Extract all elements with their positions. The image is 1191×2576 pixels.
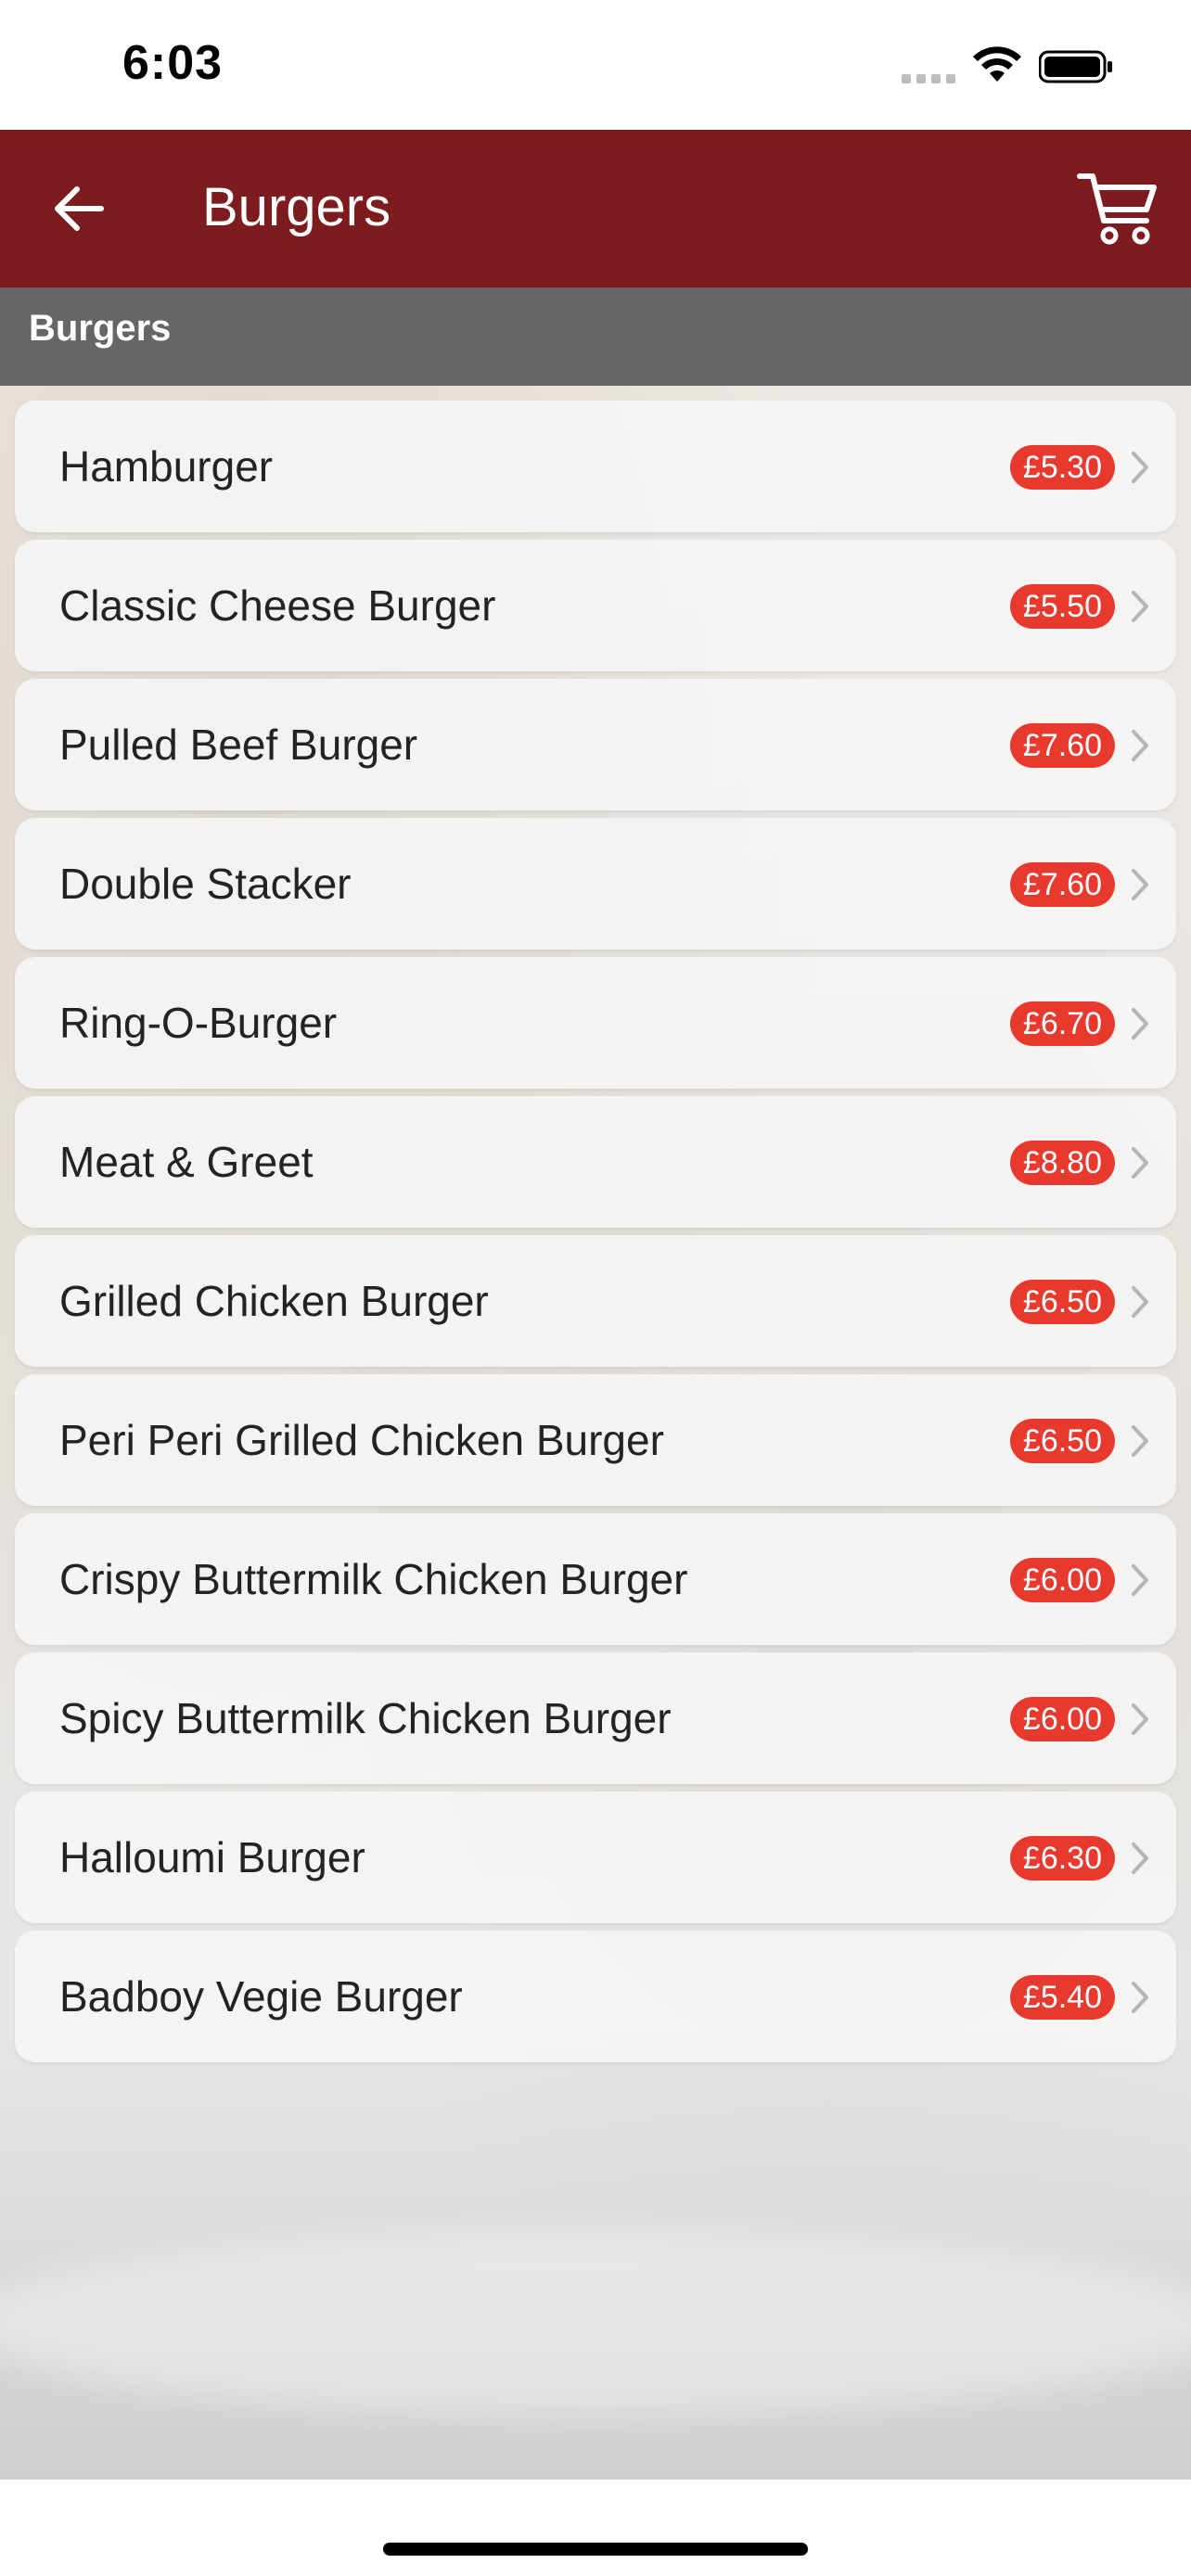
back-button[interactable] [46, 176, 111, 241]
menu-item[interactable]: Crispy Buttermilk Chicken Burger £6.00 [15, 1513, 1176, 1645]
menu-item-name: Classic Cheese Burger [59, 581, 496, 630]
menu-item[interactable]: Spicy Buttermilk Chicken Burger £6.00 [15, 1652, 1176, 1784]
chevron-right-icon [1132, 1564, 1148, 1596]
menu-item-name: Badboy Vegie Burger [59, 1972, 463, 2021]
arrow-left-icon [55, 186, 104, 231]
menu-item-name: Hamburger [59, 442, 274, 491]
price-badge: £5.50 [1009, 584, 1115, 629]
menu-item[interactable]: Meat & Greet £8.80 [15, 1096, 1176, 1228]
price-badge: £8.80 [1009, 1141, 1115, 1185]
menu-item-name: Peri Peri Grilled Chicken Burger [59, 1416, 664, 1464]
menu-item[interactable]: Hamburger £5.30 [15, 401, 1176, 532]
status-bar: 6:03 [0, 0, 1191, 130]
chevron-right-icon [1132, 730, 1148, 761]
price-badge: £6.00 [1009, 1697, 1115, 1741]
menu-item[interactable]: Classic Cheese Burger £5.50 [15, 540, 1176, 671]
menu-list: Hamburger £5.30 Classic Cheese Burger £5… [15, 401, 1176, 2070]
cellular-signal-icon [902, 74, 955, 83]
chevron-right-icon [1132, 1843, 1148, 1874]
shopping-cart-icon[interactable] [1076, 169, 1159, 249]
price-badge: £6.00 [1009, 1558, 1115, 1602]
section-label: Burgers [29, 308, 172, 349]
chevron-right-icon [1132, 1982, 1148, 2013]
chevron-right-icon [1132, 591, 1148, 622]
menu-item-name: Pulled Beef Burger [59, 721, 418, 769]
menu-item-name: Meat & Greet [59, 1138, 314, 1186]
price-badge: £6.50 [1009, 1280, 1115, 1324]
menu-item[interactable]: Peri Peri Grilled Chicken Burger £6.50 [15, 1374, 1176, 1506]
chevron-right-icon [1132, 452, 1148, 483]
menu-item-name: Ring-O-Burger [59, 999, 338, 1047]
price-badge: £6.50 [1009, 1419, 1115, 1463]
chevron-right-icon [1132, 1147, 1148, 1179]
menu-item-name: Halloumi Burger [59, 1833, 365, 1881]
menu-item[interactable]: Pulled Beef Burger £7.60 [15, 679, 1176, 810]
menu-item[interactable]: Grilled Chicken Burger £6.50 [15, 1235, 1176, 1367]
price-badge: £5.30 [1009, 445, 1115, 490]
status-time: 6:03 [122, 36, 224, 90]
home-indicator[interactable] [383, 2543, 808, 2556]
price-badge: £5.40 [1009, 1975, 1115, 2020]
chevron-right-icon [1132, 869, 1148, 900]
chevron-right-icon [1132, 1008, 1148, 1039]
home-indicator-area [0, 2480, 1191, 2576]
chevron-right-icon [1132, 1286, 1148, 1318]
menu-item[interactable]: Double Stacker £7.60 [15, 818, 1176, 950]
wifi-icon [973, 46, 1021, 82]
price-badge: £7.60 [1009, 723, 1115, 768]
menu-item-name: Grilled Chicken Burger [59, 1277, 489, 1325]
menu-item-name: Spicy Buttermilk Chicken Burger [59, 1694, 672, 1742]
menu-item-name: Double Stacker [59, 860, 352, 908]
menu-item[interactable]: Ring-O-Burger £6.70 [15, 957, 1176, 1089]
app-header: Burgers [0, 130, 1191, 287]
menu-item-name: Crispy Buttermilk Chicken Burger [59, 1555, 688, 1603]
price-badge: £7.60 [1009, 862, 1115, 907]
menu-item[interactable]: Badboy Vegie Burger £5.40 [15, 1931, 1176, 2062]
battery-icon [1039, 50, 1112, 83]
menu-item[interactable]: Halloumi Burger £6.30 [15, 1792, 1176, 1923]
price-badge: £6.70 [1009, 1001, 1115, 1046]
chevron-right-icon [1132, 1425, 1148, 1457]
chevron-right-icon [1132, 1703, 1148, 1735]
section-header: Burgers [0, 287, 1191, 386]
price-badge: £6.30 [1009, 1836, 1115, 1881]
page-title: Burgers [202, 177, 391, 237]
